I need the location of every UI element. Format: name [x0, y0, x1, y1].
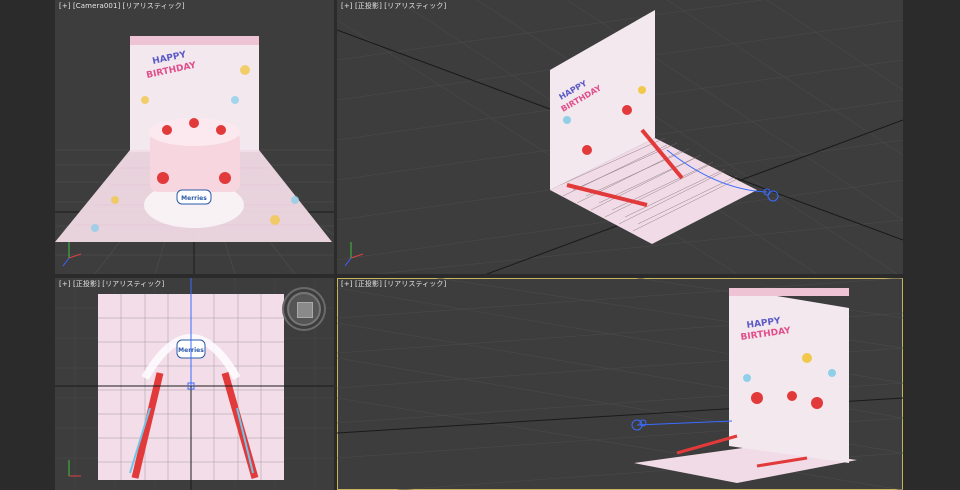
ortho-scene-1: HAPPY BIRTHDAY — [337, 0, 903, 274]
viewport-label[interactable]: [+] [正投影] [リアリスティック] — [341, 1, 446, 11]
viewport-ortho-bottom-left[interactable]: [+] [正投影] [リアリスティック] Merries — [55, 278, 334, 490]
viewport-ortho-top-right[interactable]: [+] [正投影] [リアリスティック] HAPPY BIRTHDAY — [337, 0, 903, 274]
viewport-ortho-bottom-right[interactable]: [+] [正投影] [リアリスティック] HAPPY BIRTHDAY — [337, 278, 903, 490]
ortho-scene-3: HAPPY BIRTHDAY — [337, 278, 903, 490]
viewport-label[interactable]: [+] [正投影] [リアリスティック] — [341, 279, 446, 289]
spline-path[interactable] — [636, 420, 733, 426]
axis-gizmo-icon — [62, 242, 82, 267]
axis-gizmo-icon — [344, 242, 364, 267]
brand-badge: Merries — [181, 195, 207, 202]
viewport-label[interactable]: [+] [正投影] [リアリスティック] — [59, 279, 164, 289]
viewport-label[interactable]: [+] [Camera001] [リアリスティック] — [59, 1, 185, 11]
camera-scene: Merries HAPPY BIRTHDAY — [55, 36, 334, 274]
viewport-camera[interactable]: [+] [Camera001] [リアリスティック] Merries HAPPY… — [55, 0, 334, 274]
view-cube-icon[interactable] — [287, 292, 321, 326]
